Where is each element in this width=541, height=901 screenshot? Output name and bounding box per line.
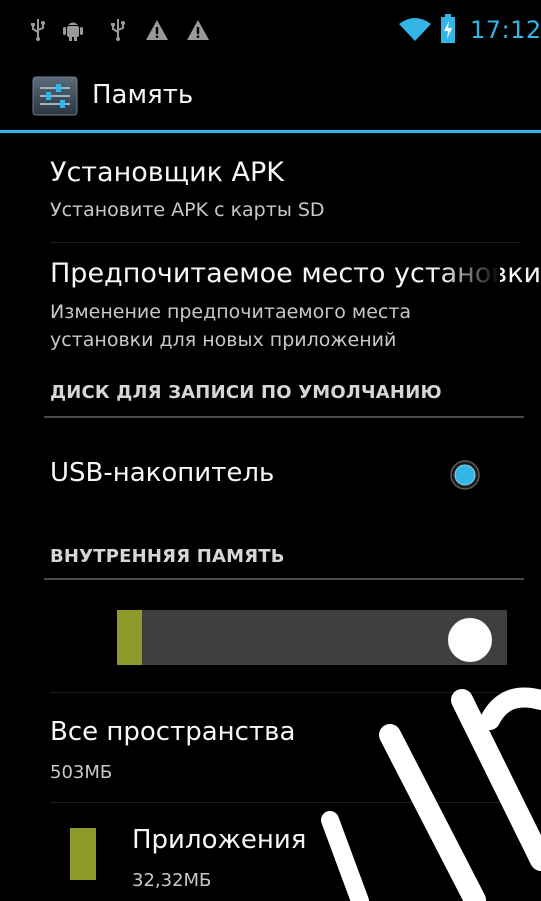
android-debug-icon [63,22,83,41]
internal-storage-header: ВНУТРЕННЯЯ ПАМЯТЬ [50,546,285,567]
apps-title: Приложения [132,825,307,855]
total-space-value: 503МБ [50,762,113,783]
apk-installer-summary: Установите APK с карты SD [50,199,325,221]
usb-storage-label: USB-накопитель [50,458,275,488]
preferred-location-item[interactable]: Предпочитаемое место установки Изменение… [0,243,541,363]
warning-icon [146,20,168,40]
warning-icon [187,20,209,40]
category-divider [44,578,524,580]
apk-installer-title: Установщик APK [50,157,284,188]
phone-screen: 17:12 Память Установщик APK Установите A… [0,0,541,901]
total-space-item[interactable]: Все пространства 503МБ [0,693,541,803]
title-fade [440,256,500,296]
action-bar: Память [0,60,541,130]
page-title: Память [92,80,194,110]
status-time: 17:12 [470,16,541,44]
usb-storage-radio[interactable] [448,458,482,492]
preferred-location-summary-line2: установки для новых приложений [50,329,397,351]
usb-icon [31,19,45,41]
usb-icon [111,19,125,41]
battery-charging-icon [441,14,455,43]
preferred-location-summary-line1: Изменение предпочитаемого места [50,301,412,323]
storage-usage-bar [117,610,507,665]
wifi-icon [399,18,431,41]
settings-sliders-icon[interactable] [32,76,78,116]
storage-usage-fill-apps [117,610,142,665]
default-disk-header: ДИСК ДЛЯ ЗАПИСИ ПО УМОЛЧАНИЮ [50,382,442,403]
apk-installer-item[interactable]: Установщик APK Установите APK с карты SD [0,133,541,243]
status-bar: 17:12 [0,0,541,60]
apps-value: 32,32МБ [132,870,212,891]
apps-item[interactable]: Приложения 32,32МБ [0,803,541,901]
total-space-title: Все пространства [50,717,296,747]
category-divider [44,416,524,418]
